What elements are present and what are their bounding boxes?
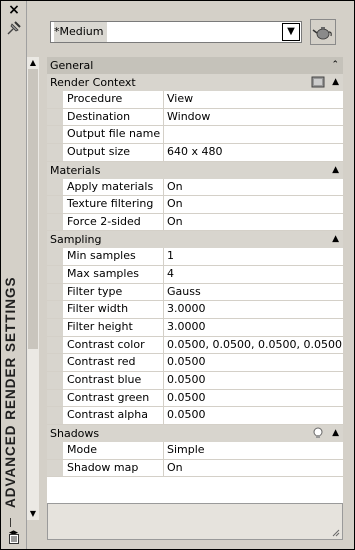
property-name: Contrast green [63, 389, 164, 407]
property-value[interactable]: Gauss [164, 284, 343, 301]
property-grid: General ⌃ Render Context ▲ Procedure View… [47, 57, 343, 520]
property-name: Force 2-sided [63, 213, 164, 231]
property-name: Filter type [63, 283, 164, 301]
render-button[interactable] [310, 19, 336, 45]
palette-window: × ADVANCED RENDER SETTINGS |◂▸ ▲ ▼ *Medi… [0, 0, 355, 550]
property-row[interactable]: Contrast blue 0.0500 [47, 371, 343, 390]
property-value[interactable]: 0.0500, 0.0500, 0.0500, 0.0500 [164, 337, 343, 354]
property-row[interactable]: Destination Window [47, 108, 343, 127]
property-name: Output file name [63, 126, 164, 143]
vertical-scrollbar[interactable]: ▲ ▼ [27, 57, 39, 520]
property-name: Contrast red [63, 354, 164, 371]
section-title: General [50, 59, 94, 72]
property-name: Contrast alpha [63, 407, 164, 424]
property-row[interactable]: Filter width 3.0000 [47, 301, 343, 320]
properties-icon[interactable] [9, 534, 19, 544]
description-panel [47, 503, 343, 540]
property-row[interactable]: Output file name [47, 126, 343, 144]
section-title: Render Context [50, 76, 136, 89]
property-name: Procedure [63, 91, 164, 108]
property-name: Output size [63, 143, 164, 161]
chevron-up-icon[interactable]: ▲ [332, 231, 339, 248]
property-row[interactable]: Max samples 4 [47, 266, 343, 284]
teapot-render-icon [312, 27, 332, 40]
property-row[interactable]: Output size 640 x 480 [47, 143, 343, 162]
chevron-up-icon[interactable]: ▲ [332, 74, 339, 91]
chevron-down-icon[interactable]: ▼ [282, 23, 300, 41]
property-name: Filter width [63, 301, 164, 319]
property-row[interactable]: Apply materials On [47, 178, 343, 197]
render-preset-dropdown[interactable]: *Medium ▼ [50, 21, 302, 43]
property-name: Filter height [63, 319, 164, 336]
section-materials[interactable]: Materials ▲ [47, 161, 343, 179]
chevron-up-icon[interactable]: ▲ [332, 162, 339, 179]
property-name: Destination [63, 108, 164, 126]
property-value[interactable]: View [164, 91, 343, 108]
property-row[interactable]: Contrast red 0.0500 [47, 354, 343, 372]
property-name: Max samples [63, 266, 164, 283]
close-icon[interactable]: × [7, 3, 21, 17]
property-value[interactable]: 0.0500 [164, 407, 343, 424]
section-title: Sampling [50, 233, 102, 247]
render-context-tool-icon[interactable] [311, 76, 325, 88]
section-sampling[interactable]: Sampling ▲ [47, 231, 343, 249]
property-value[interactable]: On [164, 460, 343, 477]
property-row[interactable]: Mode Simple [47, 441, 343, 460]
section-title: Shadows [50, 426, 100, 440]
palette-title-strip[interactable]: × ADVANCED RENDER SETTINGS |◂▸ [1, 1, 27, 549]
property-row[interactable]: Texture filtering On [47, 196, 343, 214]
property-value[interactable]: 0.0500 [164, 354, 343, 371]
section-render-context[interactable]: Render Context ▲ [47, 74, 343, 91]
property-row[interactable]: Min samples 1 [47, 248, 343, 267]
property-value[interactable] [164, 126, 343, 143]
resize-grip-icon[interactable] [332, 529, 340, 537]
property-value[interactable]: 3.0000 [164, 319, 343, 336]
property-name: Mode [63, 441, 164, 459]
property-value[interactable]: On [164, 214, 343, 231]
property-value[interactable]: On [164, 179, 343, 196]
palette-title: ADVANCED RENDER SETTINGS [3, 276, 18, 508]
render-preset-value: *Medium [54, 22, 108, 42]
property-value[interactable]: 640 x 480 [164, 144, 343, 161]
auto-hide-pin-icon[interactable] [5, 19, 23, 37]
property-name: Min samples [63, 248, 164, 266]
property-value[interactable]: 4 [164, 266, 343, 283]
property-name: Contrast blue [63, 371, 164, 389]
chevron-up-icon[interactable]: ▲ [332, 425, 339, 442]
property-name: Contrast color [63, 336, 164, 354]
property-value[interactable]: On [164, 196, 343, 213]
property-name: Shadow map [63, 459, 164, 477]
property-row[interactable]: Filter type Gauss [47, 283, 343, 302]
property-name: Apply materials [63, 178, 164, 196]
properties-menu-icon[interactable]: |◂▸ [9, 518, 19, 538]
property-row[interactable]: Contrast color 0.0500, 0.0500, 0.0500, 0.… [47, 336, 343, 355]
property-value[interactable]: Simple [164, 442, 343, 459]
property-value[interactable]: 0.0500 [164, 372, 343, 389]
scroll-down-icon[interactable]: ▼ [27, 508, 39, 520]
scroll-thumb[interactable] [28, 69, 38, 349]
property-value[interactable]: 3.0000 [164, 301, 343, 318]
property-name: Texture filtering [63, 196, 164, 213]
property-value[interactable]: Window [164, 109, 343, 126]
section-shadows[interactable]: Shadows ▲ [47, 424, 343, 442]
light-bulb-icon[interactable] [311, 427, 325, 439]
property-row[interactable]: Contrast green 0.0500 [47, 389, 343, 408]
scroll-up-icon[interactable]: ▲ [27, 57, 39, 69]
property-value[interactable]: 1 [164, 248, 343, 265]
chevron-up-double-icon[interactable]: ⌃ [331, 57, 339, 74]
property-row[interactable]: Force 2-sided On [47, 213, 343, 232]
property-value[interactable]: 0.0500 [164, 390, 343, 407]
section-general[interactable]: General ⌃ [47, 57, 343, 74]
property-row[interactable]: Contrast alpha 0.0500 [47, 407, 343, 425]
property-row[interactable]: Procedure View [47, 91, 343, 109]
property-row[interactable]: Filter height 3.0000 [47, 319, 343, 337]
property-row[interactable]: Shadow map On [47, 459, 343, 478]
section-title: Materials [50, 163, 101, 177]
